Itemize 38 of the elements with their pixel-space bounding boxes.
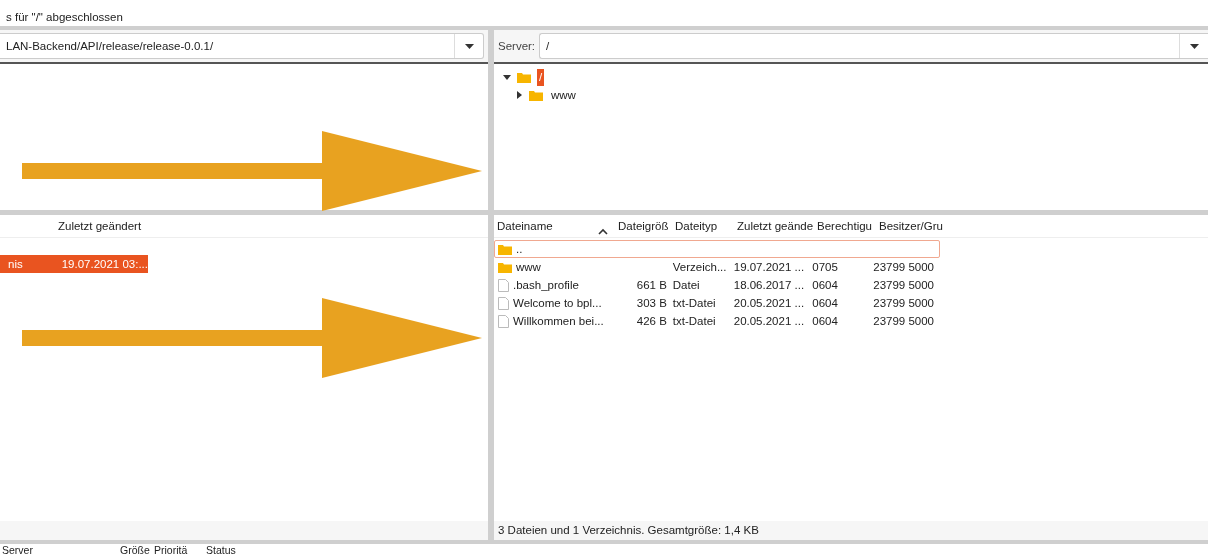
folder-icon xyxy=(517,71,531,83)
column-header[interactable]: Besitzer/Gru xyxy=(876,220,946,232)
column-header[interactable]: Berechtigu xyxy=(814,220,876,232)
arrow-icon xyxy=(22,131,482,211)
column-header[interactable]: Dateiname xyxy=(494,220,612,232)
column-header[interactable]: Server xyxy=(0,544,120,556)
file-row[interactable]: www Verzeich... 19.07.2021 ... 0705 23799 5000 xyxy=(494,258,940,276)
file-icon xyxy=(498,278,509,292)
column-header[interactable]: Dateigröß xyxy=(612,220,672,232)
column-header[interactable]: Größe xyxy=(120,544,154,556)
local-path-field[interactable]: LAN-Backend/API/release/release-0.0.1/ xyxy=(0,33,484,59)
folder-icon xyxy=(498,243,512,255)
directory-summary: 3 Dateien und 1 Verzeichnis. Gesamtgröße: 1,4 KB xyxy=(494,521,1208,540)
remote-path-field[interactable]: / xyxy=(539,33,1208,59)
folder-icon xyxy=(529,89,543,101)
expander-icon[interactable] xyxy=(515,91,523,99)
server-label: Server: xyxy=(498,40,536,52)
column-header[interactable]: Zuletzt geändert xyxy=(58,220,142,232)
file-icon xyxy=(498,296,509,310)
file-row[interactable]: nis 19.07.2021 03:... xyxy=(0,255,148,273)
column-header[interactable]: Dateityp xyxy=(672,220,734,232)
file-row[interactable]: .bash_profile 661 B Datei 18.06.2017 ... 0604 23799 5000 xyxy=(494,276,940,294)
file-row[interactable]: Willkommen bei... 426 B txt-Datei 20.05.2021 ... 0604 23799 5000 xyxy=(494,312,940,330)
file-icon xyxy=(498,314,509,328)
column-header[interactable]: Prioritä xyxy=(154,544,206,556)
arrow-icon xyxy=(22,298,482,378)
file-row[interactable]: Welcome to bpl... 303 B txt-Datei 20.05.2021 ... 0604 23799 5000 xyxy=(494,294,940,312)
file-row[interactable]: .. xyxy=(494,240,940,258)
dropdown-icon xyxy=(1189,43,1199,49)
expander-icon[interactable] xyxy=(503,73,511,81)
tree-item[interactable]: www xyxy=(549,86,578,104)
dropdown-icon xyxy=(464,43,474,49)
folder-icon xyxy=(498,261,512,273)
status-message: s für "/" abgeschlossen xyxy=(5,10,124,25)
tree-item[interactable]: / xyxy=(537,68,545,86)
sort-ascending-icon xyxy=(598,228,608,235)
column-header[interactable]: Status xyxy=(206,544,236,556)
column-header[interactable]: Zuletzt geände xyxy=(734,220,814,232)
